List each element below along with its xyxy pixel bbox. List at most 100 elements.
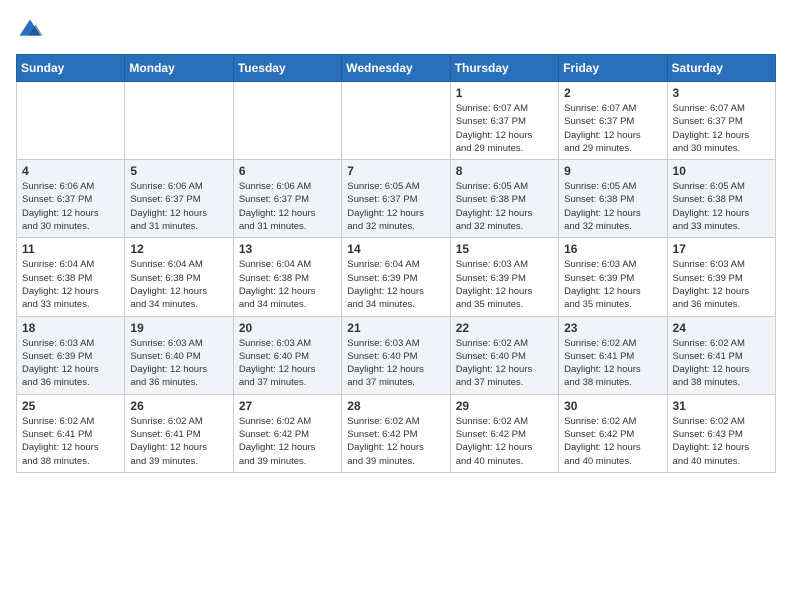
- day-header-saturday: Saturday: [667, 55, 775, 82]
- day-number: 25: [22, 399, 119, 413]
- calendar-cell: 14 Sunrise: 6:04 AM Sunset: 6:39 PM Dayli…: [342, 238, 450, 316]
- day-info: Sunrise: 6:03 AM Sunset: 6:40 PM Dayligh…: [130, 337, 227, 390]
- day-number: 19: [130, 321, 227, 335]
- day-info: Sunrise: 6:02 AM Sunset: 6:42 PM Dayligh…: [239, 415, 336, 468]
- day-info: Sunrise: 6:02 AM Sunset: 6:41 PM Dayligh…: [564, 337, 661, 390]
- calendar-cell: 27 Sunrise: 6:02 AM Sunset: 6:42 PM Dayli…: [233, 394, 341, 472]
- calendar-cell: 24 Sunrise: 6:02 AM Sunset: 6:41 PM Dayli…: [667, 316, 775, 394]
- day-info: Sunrise: 6:06 AM Sunset: 6:37 PM Dayligh…: [130, 180, 227, 233]
- calendar-week-row: 4 Sunrise: 6:06 AM Sunset: 6:37 PM Daylig…: [17, 160, 776, 238]
- day-number: 2: [564, 86, 661, 100]
- day-number: 6: [239, 164, 336, 178]
- day-info: Sunrise: 6:04 AM Sunset: 6:38 PM Dayligh…: [239, 258, 336, 311]
- day-info: Sunrise: 6:03 AM Sunset: 6:39 PM Dayligh…: [564, 258, 661, 311]
- day-info: Sunrise: 6:05 AM Sunset: 6:38 PM Dayligh…: [456, 180, 553, 233]
- calendar-cell: [125, 82, 233, 160]
- day-number: 21: [347, 321, 444, 335]
- day-info: Sunrise: 6:02 AM Sunset: 6:43 PM Dayligh…: [673, 415, 770, 468]
- day-info: Sunrise: 6:03 AM Sunset: 6:39 PM Dayligh…: [22, 337, 119, 390]
- calendar-cell: 20 Sunrise: 6:03 AM Sunset: 6:40 PM Dayli…: [233, 316, 341, 394]
- day-info: Sunrise: 6:07 AM Sunset: 6:37 PM Dayligh…: [564, 102, 661, 155]
- calendar-cell: 11Sunrise: 6:04 AM Sunset: 6:38 PM Dayli…: [17, 238, 125, 316]
- day-info: Sunrise: 6:02 AM Sunset: 6:41 PM Dayligh…: [130, 415, 227, 468]
- calendar-cell: 28 Sunrise: 6:02 AM Sunset: 6:42 PM Dayli…: [342, 394, 450, 472]
- day-info: Sunrise: 6:06 AM Sunset: 6:37 PM Dayligh…: [22, 180, 119, 233]
- calendar-cell: 26 Sunrise: 6:02 AM Sunset: 6:41 PM Dayli…: [125, 394, 233, 472]
- day-number: 30: [564, 399, 661, 413]
- calendar-cell: [17, 82, 125, 160]
- day-header-monday: Monday: [125, 55, 233, 82]
- day-number: 22: [456, 321, 553, 335]
- day-info: Sunrise: 6:06 AM Sunset: 6:37 PM Dayligh…: [239, 180, 336, 233]
- day-number: 16: [564, 242, 661, 256]
- calendar-cell: 10Sunrise: 6:05 AM Sunset: 6:38 PM Dayli…: [667, 160, 775, 238]
- day-header-friday: Friday: [559, 55, 667, 82]
- logo: [16, 16, 48, 44]
- calendar-cell: 3 Sunrise: 6:07 AM Sunset: 6:37 PM Daylig…: [667, 82, 775, 160]
- page-header: [16, 16, 776, 44]
- day-info: Sunrise: 6:02 AM Sunset: 6:42 PM Dayligh…: [347, 415, 444, 468]
- day-number: 12: [130, 242, 227, 256]
- calendar-cell: 7Sunrise: 6:05 AM Sunset: 6:37 PM Daylig…: [342, 160, 450, 238]
- calendar-cell: 16 Sunrise: 6:03 AM Sunset: 6:39 PM Dayli…: [559, 238, 667, 316]
- calendar-cell: 9Sunrise: 6:05 AM Sunset: 6:38 PM Daylig…: [559, 160, 667, 238]
- calendar-week-row: 11Sunrise: 6:04 AM Sunset: 6:38 PM Dayli…: [17, 238, 776, 316]
- calendar-cell: [233, 82, 341, 160]
- day-number: 29: [456, 399, 553, 413]
- calendar-cell: 23 Sunrise: 6:02 AM Sunset: 6:41 PM Dayli…: [559, 316, 667, 394]
- day-header-sunday: Sunday: [17, 55, 125, 82]
- day-number: 20: [239, 321, 336, 335]
- day-number: 23: [564, 321, 661, 335]
- day-number: 26: [130, 399, 227, 413]
- day-info: Sunrise: 6:03 AM Sunset: 6:40 PM Dayligh…: [239, 337, 336, 390]
- day-number: 13: [239, 242, 336, 256]
- calendar-cell: 6 Sunrise: 6:06 AM Sunset: 6:37 PM Daylig…: [233, 160, 341, 238]
- calendar-cell: 1 Sunrise: 6:07 AM Sunset: 6:37 PM Daylig…: [450, 82, 558, 160]
- calendar-cell: 29 Sunrise: 6:02 AM Sunset: 6:42 PM Dayli…: [450, 394, 558, 472]
- day-info: Sunrise: 6:03 AM Sunset: 6:39 PM Dayligh…: [456, 258, 553, 311]
- day-number: 14: [347, 242, 444, 256]
- calendar-week-row: 18Sunrise: 6:03 AM Sunset: 6:39 PM Dayli…: [17, 316, 776, 394]
- day-number: 15: [456, 242, 553, 256]
- calendar-cell: 2 Sunrise: 6:07 AM Sunset: 6:37 PM Daylig…: [559, 82, 667, 160]
- day-number: 31: [673, 399, 770, 413]
- calendar-cell: [342, 82, 450, 160]
- day-info: Sunrise: 6:05 AM Sunset: 6:38 PM Dayligh…: [673, 180, 770, 233]
- day-info: Sunrise: 6:02 AM Sunset: 6:40 PM Dayligh…: [456, 337, 553, 390]
- day-info: Sunrise: 6:04 AM Sunset: 6:39 PM Dayligh…: [347, 258, 444, 311]
- calendar-header-row: SundayMondayTuesdayWednesdayThursdayFrid…: [17, 55, 776, 82]
- calendar-week-row: 25 Sunrise: 6:02 AM Sunset: 6:41 PM Dayli…: [17, 394, 776, 472]
- day-number: 5: [130, 164, 227, 178]
- day-number: 1: [456, 86, 553, 100]
- day-info: Sunrise: 6:02 AM Sunset: 6:42 PM Dayligh…: [564, 415, 661, 468]
- day-number: 3: [673, 86, 770, 100]
- day-number: 28: [347, 399, 444, 413]
- calendar-cell: 31 Sunrise: 6:02 AM Sunset: 6:43 PM Dayli…: [667, 394, 775, 472]
- calendar-cell: 25 Sunrise: 6:02 AM Sunset: 6:41 PM Dayli…: [17, 394, 125, 472]
- day-header-thursday: Thursday: [450, 55, 558, 82]
- day-info: Sunrise: 6:03 AM Sunset: 6:39 PM Dayligh…: [673, 258, 770, 311]
- calendar-cell: 18Sunrise: 6:03 AM Sunset: 6:39 PM Dayli…: [17, 316, 125, 394]
- day-number: 8: [456, 164, 553, 178]
- day-info: Sunrise: 6:02 AM Sunset: 6:42 PM Dayligh…: [456, 415, 553, 468]
- calendar-cell: 30 Sunrise: 6:02 AM Sunset: 6:42 PM Dayli…: [559, 394, 667, 472]
- day-info: Sunrise: 6:02 AM Sunset: 6:41 PM Dayligh…: [22, 415, 119, 468]
- calendar-week-row: 1 Sunrise: 6:07 AM Sunset: 6:37 PM Daylig…: [17, 82, 776, 160]
- day-header-wednesday: Wednesday: [342, 55, 450, 82]
- day-info: Sunrise: 6:05 AM Sunset: 6:37 PM Dayligh…: [347, 180, 444, 233]
- calendar-cell: 15 Sunrise: 6:03 AM Sunset: 6:39 PM Dayli…: [450, 238, 558, 316]
- calendar-cell: 12Sunrise: 6:04 AM Sunset: 6:38 PM Dayli…: [125, 238, 233, 316]
- calendar-cell: 21Sunrise: 6:03 AM Sunset: 6:40 PM Dayli…: [342, 316, 450, 394]
- logo-icon: [16, 16, 44, 44]
- day-info: Sunrise: 6:07 AM Sunset: 6:37 PM Dayligh…: [456, 102, 553, 155]
- calendar-table: SundayMondayTuesdayWednesdayThursdayFrid…: [16, 54, 776, 473]
- day-info: Sunrise: 6:07 AM Sunset: 6:37 PM Dayligh…: [673, 102, 770, 155]
- day-info: Sunrise: 6:02 AM Sunset: 6:41 PM Dayligh…: [673, 337, 770, 390]
- day-number: 9: [564, 164, 661, 178]
- calendar-cell: 17 Sunrise: 6:03 AM Sunset: 6:39 PM Dayli…: [667, 238, 775, 316]
- day-number: 27: [239, 399, 336, 413]
- day-number: 17: [673, 242, 770, 256]
- day-number: 24: [673, 321, 770, 335]
- day-number: 4: [22, 164, 119, 178]
- calendar-cell: 22 Sunrise: 6:02 AM Sunset: 6:40 PM Dayli…: [450, 316, 558, 394]
